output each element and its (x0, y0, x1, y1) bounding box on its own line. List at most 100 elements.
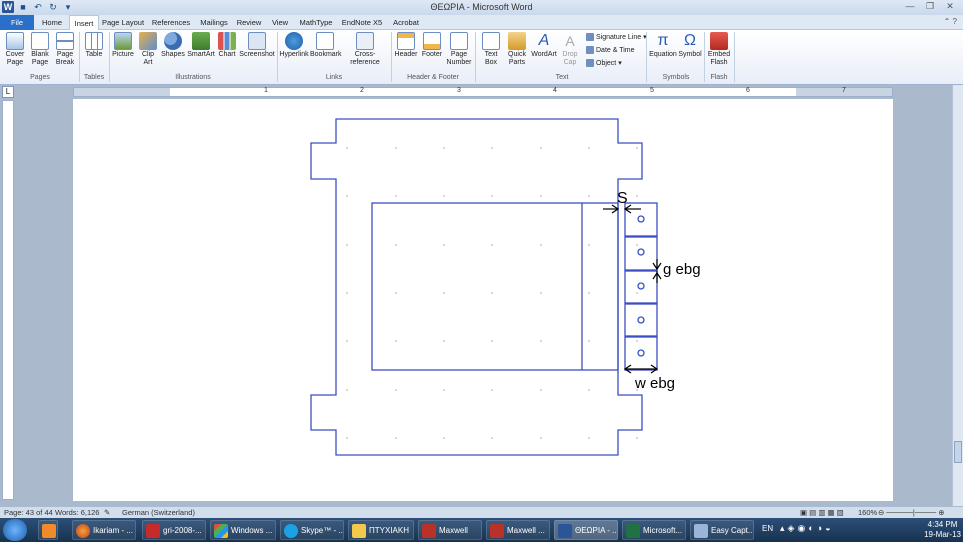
blank-page-button[interactable]: Blank Page (28, 32, 52, 67)
hyperlink-icon (285, 32, 303, 50)
system-tray-icons[interactable]: ▴◈◉◐◑◒ (780, 523, 834, 534)
cross-reference-button[interactable]: Cross-reference (341, 32, 389, 67)
smartart-button[interactable]: SmartArt (187, 32, 215, 59)
media-player-button[interactable] (38, 520, 58, 540)
tab-selector[interactable]: L (2, 86, 14, 98)
grid-dot (395, 195, 397, 197)
label-g-ebg: g ebg (663, 261, 701, 278)
object-button[interactable]: Object ▾ (586, 59, 622, 67)
taskbar-item[interactable]: Windows ... (210, 520, 276, 540)
word-count[interactable]: Words: 6,126 (55, 507, 99, 518)
ebg-cell (624, 270, 658, 304)
quick-parts-button[interactable]: Quick Parts (505, 32, 529, 67)
drop-cap-button[interactable]: A Drop Cap (559, 32, 581, 67)
shapes-button[interactable]: Shapes (161, 32, 185, 59)
zoom-slider[interactable]: ⊖ ─────|──── ⊕ (878, 507, 945, 518)
close-button[interactable]: ✕ (941, 0, 959, 12)
w-dimension-arrows (623, 364, 659, 374)
group-label-links: Links (325, 74, 343, 81)
grid-dot (588, 244, 590, 246)
group-label-pages: Pages (30, 74, 50, 81)
grid-dot (395, 147, 397, 149)
table-icon (85, 32, 103, 50)
screenshot-button[interactable]: Screenshot (239, 32, 275, 59)
firefox-icon (76, 524, 90, 538)
taskbar-item[interactable]: Maxwell (418, 520, 482, 540)
cover-page-button[interactable]: Cover Page (3, 32, 27, 67)
via-circle (637, 215, 645, 223)
view-buttons[interactable]: ▣ ▤ ▥ ▦ ▧ (800, 507, 844, 518)
tab-acrobat[interactable]: Acrobat (388, 15, 424, 30)
tab-endnote[interactable]: EndNote X5 (338, 15, 386, 30)
grid-dot (491, 292, 493, 294)
signature-line-button[interactable]: Signature Line ▾ (586, 33, 647, 41)
table-button[interactable]: Table (82, 32, 106, 59)
restore-button[interactable]: ❐ (921, 0, 939, 12)
tab-view[interactable]: View (267, 15, 293, 30)
tab-mailings[interactable]: Mailings (196, 15, 232, 30)
taskbar-item[interactable]: Maxwell ... (486, 520, 550, 540)
horizontal-ruler[interactable]: 1 2 3 4 5 6 7 (73, 87, 893, 97)
page-number-icon (450, 32, 468, 50)
minimize-button[interactable]: — (901, 0, 919, 12)
tab-home[interactable]: Home (36, 15, 68, 30)
ribbon-separator (109, 32, 110, 82)
footer-button[interactable]: Footer (419, 32, 445, 59)
ruler-area: L 1 2 3 4 5 6 7 (0, 85, 963, 99)
page-break-button[interactable]: Page Break (53, 32, 77, 67)
picture-icon (114, 32, 132, 50)
grid-dot (588, 147, 590, 149)
maxwell-icon (490, 524, 504, 538)
date-time-button[interactable]: Date & Time (586, 46, 635, 54)
tab-insert[interactable]: Insert (69, 15, 99, 30)
equation-button[interactable]: π Equation (649, 32, 677, 59)
chart-button[interactable]: Chart (217, 32, 237, 59)
tab-review[interactable]: Review (234, 15, 264, 30)
title-bar: W ■ ↶ ↻ ▾ ΘΕΩΡΙΑ - Microsoft Word — ❐ ✕ (0, 0, 963, 15)
ribbon-separator (704, 32, 705, 82)
group-label-header-footer: Header & Footer (407, 74, 459, 81)
picture-button[interactable]: Picture (111, 32, 135, 59)
symbol-button[interactable]: Ω Symbol (678, 32, 702, 59)
text-box-button[interactable]: Text Box (478, 32, 504, 67)
bookmark-button[interactable]: Bookmark (310, 32, 342, 59)
tab-references[interactable]: References (148, 15, 194, 30)
tab-page-layout[interactable]: Page Layout (100, 15, 146, 30)
wordart-button[interactable]: A WordArt (530, 32, 558, 59)
vertical-ruler[interactable] (2, 100, 14, 500)
ruler-label: 1 (264, 87, 268, 94)
ruler-label: 7 (842, 87, 846, 94)
document-page[interactable]: S g ebg w ebg (73, 99, 893, 501)
start-button[interactable] (3, 519, 27, 541)
language[interactable]: German (Switzerland) (122, 507, 195, 518)
ribbon: Cover Page Blank Page Page Break Pages T… (0, 30, 963, 85)
taskbar-item[interactable]: Easy Capt... (690, 520, 754, 540)
scroll-thumb[interactable] (954, 441, 962, 463)
diagram-drawing: S g ebg w ebg (310, 118, 701, 456)
grid-dot (540, 292, 542, 294)
grid-dot (443, 340, 445, 342)
proofing-icon[interactable]: ✎ (104, 507, 110, 518)
clock[interactable]: 4:34 PM 19-Mar-13 (924, 520, 961, 540)
embed-flash-button[interactable]: Embed Flash (706, 32, 732, 67)
taskbar-item[interactable]: gri-2008-... (142, 520, 206, 540)
header-button[interactable]: Header (393, 32, 419, 59)
ribbon-separator (391, 32, 392, 82)
help-icon[interactable]: ⌃ ? (944, 17, 957, 26)
shapes-icon (164, 32, 182, 50)
page-number-button[interactable]: Page Number (446, 32, 472, 67)
tab-mathtype[interactable]: MathType (296, 15, 336, 30)
taskbar-item-active[interactable]: ΘΕΩΡΙΑ - ... (554, 520, 618, 540)
taskbar-item[interactable]: ΠΤΥΧΙΑΚΗ (348, 520, 414, 540)
hyperlink-button[interactable]: Hyperlink (279, 32, 309, 59)
zoom-level[interactable]: 160% (858, 507, 877, 518)
vertical-scrollbar[interactable] (952, 85, 963, 506)
ribbon-separator (475, 32, 476, 82)
taskbar-item[interactable]: Microsoft... (622, 520, 686, 540)
taskbar-item[interactable]: Ikariam - ... (72, 520, 136, 540)
tab-file[interactable]: File (0, 15, 34, 30)
input-language[interactable]: EN (762, 524, 773, 533)
page-count[interactable]: Page: 43 of 44 (4, 507, 53, 518)
taskbar-item[interactable]: Skype™ - ... (280, 520, 344, 540)
clip-art-button[interactable]: Clip Art (137, 32, 159, 67)
